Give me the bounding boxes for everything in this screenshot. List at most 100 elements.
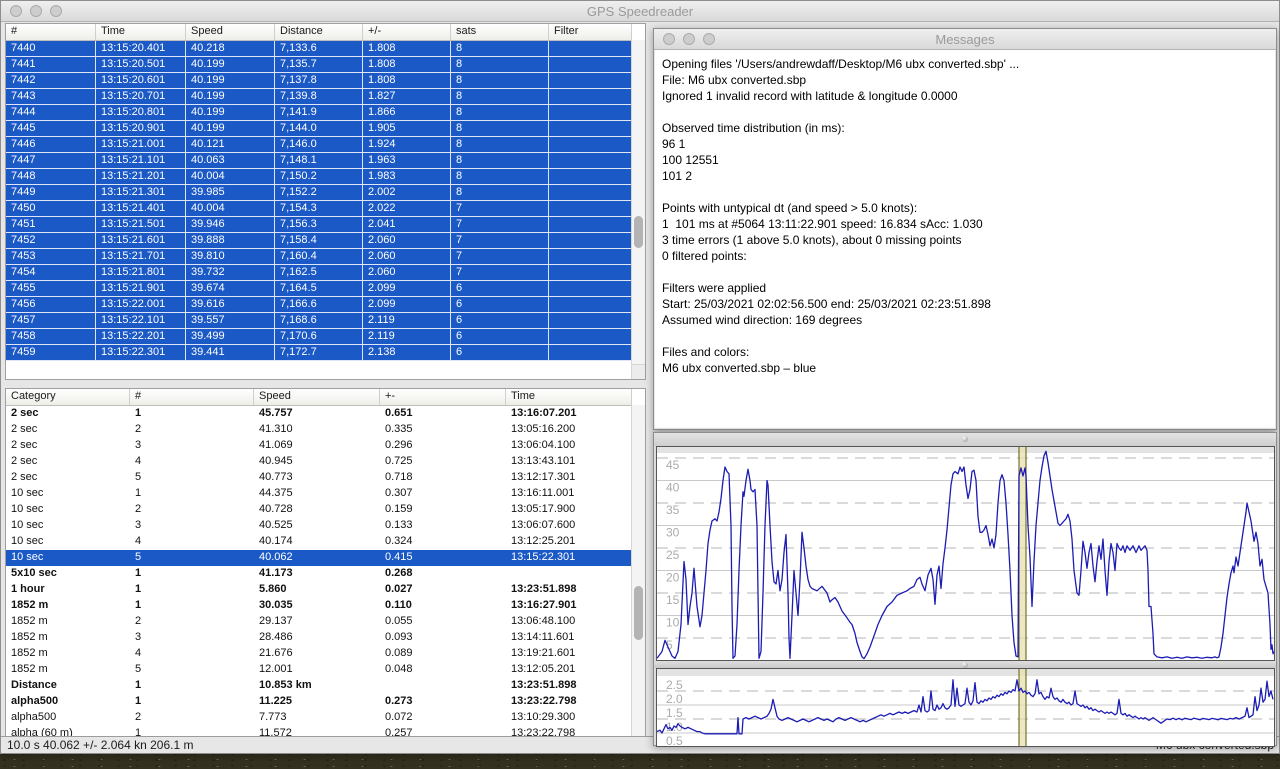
main-titlebar[interactable]: GPS Speedreader xyxy=(1,1,1279,22)
table-cell: 40.218 xyxy=(186,41,275,57)
column-header[interactable]: Speed xyxy=(254,389,380,405)
table-row[interactable]: 1852 m229.1370.05513:06:48.100 xyxy=(6,614,632,630)
table-row[interactable]: 745713:15:22.10139.5577,168.62.1196 xyxy=(6,313,632,329)
table-row[interactable]: 744413:15:20.80140.1997,141.91.8668 xyxy=(6,105,632,121)
messages-log[interactable]: Opening files '/Users/andrewdaff/Desktop… xyxy=(655,50,1275,428)
table-cell: 7457 xyxy=(6,313,96,329)
table-row[interactable]: 744013:15:20.40140.2187,133.61.8088 xyxy=(6,41,632,57)
close-button[interactable] xyxy=(10,5,22,17)
table-row[interactable]: Distance110.853 km13:23:51.898 xyxy=(6,678,632,694)
points-table-rows: 744013:15:20.40140.2187,133.61.808874411… xyxy=(6,41,632,361)
message-line xyxy=(662,184,1275,200)
minimize-button[interactable] xyxy=(30,5,42,17)
table-row[interactable]: 744713:15:21.10140.0637,148.11.9638 xyxy=(6,153,632,169)
column-header[interactable]: +/- xyxy=(363,24,451,40)
table-row[interactable]: 1852 m130.0350.11013:16:27.901 xyxy=(6,598,632,614)
table-cell: 2.138 xyxy=(363,345,451,361)
table-row[interactable]: 2 sec341.0690.29613:06:04.100 xyxy=(6,438,632,454)
column-header[interactable]: # xyxy=(130,389,254,405)
table-row[interactable]: 10 sec340.5250.13313:06:07.600 xyxy=(6,518,632,534)
table-cell: 1852 m xyxy=(6,598,130,614)
results-table-rows: 2 sec145.7570.65113:16:07.2012 sec241.31… xyxy=(6,406,632,739)
table-row[interactable]: 745613:15:22.00139.6167,166.62.0996 xyxy=(6,297,632,313)
column-header[interactable]: Category xyxy=(6,389,130,405)
table-row[interactable]: 745413:15:21.80139.7327,162.52.0607 xyxy=(6,265,632,281)
message-line xyxy=(662,328,1275,344)
column-header[interactable]: Time xyxy=(96,24,186,40)
table-cell: 7445 xyxy=(6,121,96,137)
table-row[interactable]: 745913:15:22.30139.4417,172.72.1386 xyxy=(6,345,632,361)
table-cell: 12.001 xyxy=(254,662,380,678)
zoom-button[interactable] xyxy=(703,33,715,45)
table-cell: 13:15:21.801 xyxy=(96,265,186,281)
table-row[interactable]: 745513:15:21.90139.6747,164.52.0996 xyxy=(6,281,632,297)
table-row[interactable]: alpha50027.7730.07213:10:29.300 xyxy=(6,710,632,726)
zoom-button[interactable] xyxy=(50,5,62,17)
table-cell: 2 xyxy=(130,710,254,726)
table-row[interactable]: 745813:15:22.20139.4997,170.62.1196 xyxy=(6,329,632,345)
table-cell xyxy=(549,137,632,153)
table-row[interactable]: 744813:15:21.20140.0047,150.21.9838 xyxy=(6,169,632,185)
splitter-handle[interactable] xyxy=(962,662,968,668)
table-row[interactable]: 744513:15:20.90140.1997,144.01.9058 xyxy=(6,121,632,137)
table-cell: 44.375 xyxy=(254,486,380,502)
table-row[interactable]: 744113:15:20.50140.1997,135.71.8088 xyxy=(6,57,632,73)
table-row[interactable]: alpha500111.2250.27313:23:22.798 xyxy=(6,694,632,710)
accuracy-chart[interactable]: 2.52.01.51.00.5 xyxy=(656,668,1275,747)
table-row[interactable]: 744213:15:20.60140.1997,137.81.8088 xyxy=(6,73,632,89)
table-row[interactable]: 744913:15:21.30139.9857,152.22.0028 xyxy=(6,185,632,201)
message-line: 1 101 ms at #5064 13:11:22.901 speed: 16… xyxy=(662,216,1275,232)
table-row[interactable]: 745013:15:21.40140.0047,154.32.0227 xyxy=(6,201,632,217)
points-table-scrollbar[interactable] xyxy=(631,40,645,379)
table-cell: 39.946 xyxy=(186,217,275,233)
table-row[interactable]: 5x10 sec141.1730.268 xyxy=(6,566,632,582)
table-row[interactable]: 744613:15:21.00140.1217,146.01.9248 xyxy=(6,137,632,153)
column-header[interactable]: # xyxy=(6,24,96,40)
column-header[interactable]: Filter xyxy=(549,24,632,40)
message-line xyxy=(662,104,1275,120)
splitter-handle[interactable] xyxy=(962,436,968,442)
table-row[interactable]: 1 hour15.8600.02713:23:51.898 xyxy=(6,582,632,598)
minimize-button[interactable] xyxy=(683,33,695,45)
table-row[interactable]: 1852 m421.6760.08913:19:21.601 xyxy=(6,646,632,662)
column-header[interactable]: Distance xyxy=(275,24,363,40)
chart-divider[interactable] xyxy=(654,661,1276,668)
y-tick-label: 2.0 xyxy=(666,692,683,706)
table-row[interactable]: 744313:15:20.70140.1997,139.81.8278 xyxy=(6,89,632,105)
table-row[interactable]: 10 sec540.0620.41513:15:22.301 xyxy=(6,550,632,566)
table-row[interactable]: 10 sec240.7280.15913:05:17.900 xyxy=(6,502,632,518)
table-row[interactable]: 745213:15:21.60139.8887,158.42.0607 xyxy=(6,233,632,249)
table-row[interactable]: 2 sec540.7730.71813:12:17.301 xyxy=(6,470,632,486)
column-header[interactable]: Speed xyxy=(186,24,275,40)
column-header[interactable]: +- xyxy=(380,389,506,405)
table-row[interactable]: 10 sec440.1740.32413:12:25.201 xyxy=(6,534,632,550)
table-row[interactable]: 2 sec440.9450.72513:13:43.101 xyxy=(6,454,632,470)
table-row[interactable]: 10 sec144.3750.30713:16:11.001 xyxy=(6,486,632,502)
table-cell: 7451 xyxy=(6,217,96,233)
column-header[interactable]: sats xyxy=(451,24,549,40)
y-tick-label: 2.5 xyxy=(666,678,683,692)
scrollbar-thumb[interactable] xyxy=(634,586,643,640)
table-cell: 1 xyxy=(130,486,254,502)
table-cell: 8 xyxy=(451,185,549,201)
table-row[interactable]: 745113:15:21.50139.9467,156.32.0417 xyxy=(6,217,632,233)
column-header[interactable]: Time xyxy=(506,389,632,405)
table-row[interactable]: 2 sec241.3100.33513:05:16.200 xyxy=(6,422,632,438)
table-row[interactable]: 1852 m328.4860.09313:14:11.601 xyxy=(6,630,632,646)
results-table-scrollbar[interactable] xyxy=(631,405,645,738)
table-cell: 7,156.3 xyxy=(275,217,363,233)
speed-chart[interactable]: 45403530252015105 xyxy=(656,446,1275,661)
table-row[interactable]: 2 sec145.7570.65113:16:07.201 xyxy=(6,406,632,422)
table-row[interactable]: 1852 m512.0010.04813:12:05.201 xyxy=(6,662,632,678)
table-cell: 2.060 xyxy=(363,249,451,265)
table-cell: 2 sec xyxy=(6,406,130,422)
close-button[interactable] xyxy=(663,33,675,45)
table-cell: 7 xyxy=(451,201,549,217)
table-cell: 7452 xyxy=(6,233,96,249)
messages-titlebar[interactable]: Messages xyxy=(654,29,1276,50)
table-row[interactable]: 745313:15:21.70139.8107,160.42.0607 xyxy=(6,249,632,265)
scrollbar-thumb[interactable] xyxy=(634,216,643,248)
table-cell: 40.199 xyxy=(186,121,275,137)
table-cell: 13:15:20.701 xyxy=(96,89,186,105)
table-cell xyxy=(549,201,632,217)
